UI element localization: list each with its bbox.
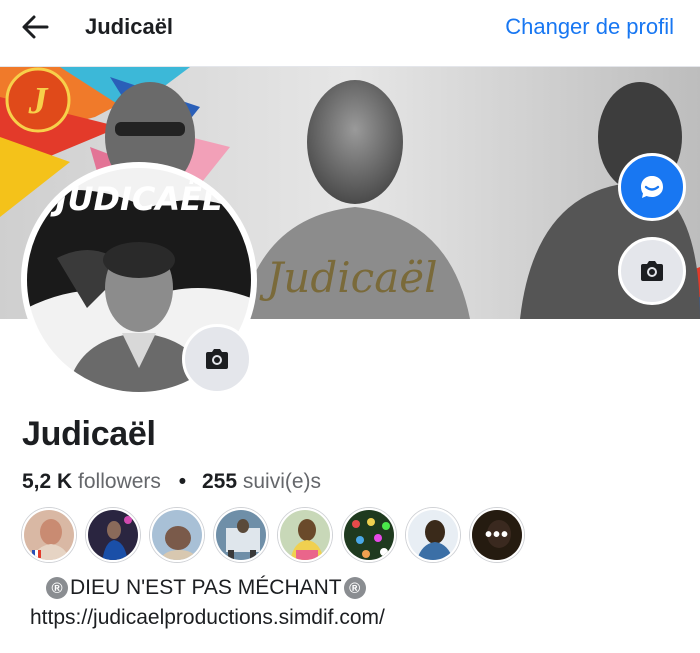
- profile-camera-button[interactable]: [182, 324, 252, 394]
- followers-label[interactable]: followers: [78, 470, 161, 493]
- friend-avatar[interactable]: [150, 508, 204, 562]
- change-profile-link[interactable]: Changer de profil: [505, 14, 674, 40]
- camera-icon: [641, 261, 663, 281]
- friend-avatar[interactable]: [86, 508, 140, 562]
- camera-icon: [206, 349, 228, 369]
- top-bar: Judicaël Changer de profil: [0, 0, 700, 66]
- friend-avatar[interactable]: [406, 508, 460, 562]
- friend-avatar[interactable]: [278, 508, 332, 562]
- following-count[interactable]: 255: [202, 470, 237, 493]
- registered-mark-icon: ®: [46, 577, 68, 599]
- logo-letter: J: [28, 80, 49, 122]
- page-title: Judicaël: [85, 14, 174, 39]
- avatar-banner-text: JUDICAËL: [50, 180, 223, 218]
- friend-avatar[interactable]: [342, 508, 396, 562]
- back-button[interactable]: [20, 12, 64, 44]
- messenger-button[interactable]: [618, 153, 686, 221]
- cover-signature: Judicaël: [258, 253, 437, 302]
- followers-count[interactable]: 5,2 K: [22, 470, 72, 493]
- more-friends-button[interactable]: •••: [470, 508, 524, 562]
- bio-text: DIEU N'EST PAS MÉCHANT: [70, 576, 342, 599]
- arrow-left-icon: [22, 15, 49, 39]
- more-dots-icon: •••: [484, 524, 509, 546]
- cover-camera-button[interactable]: [618, 237, 686, 305]
- profile-bio: ® DIEU N'EST PAS MÉCHANT ®: [44, 576, 368, 600]
- profile-name: Judicaël: [22, 415, 156, 453]
- stats-separator: •: [178, 470, 187, 493]
- following-label[interactable]: suivi(e)s: [243, 470, 321, 493]
- friend-avatar[interactable]: [22, 508, 76, 562]
- friend-avatar[interactable]: [214, 508, 268, 562]
- registered-mark-icon: ®: [343, 577, 366, 599]
- messenger-icon: [641, 176, 663, 198]
- profile-website-link[interactable]: https://judicaelproductions.simdif.com/: [30, 606, 385, 630]
- profile-stats: 5,2 K followers • 255 suivi(e)s: [22, 470, 321, 494]
